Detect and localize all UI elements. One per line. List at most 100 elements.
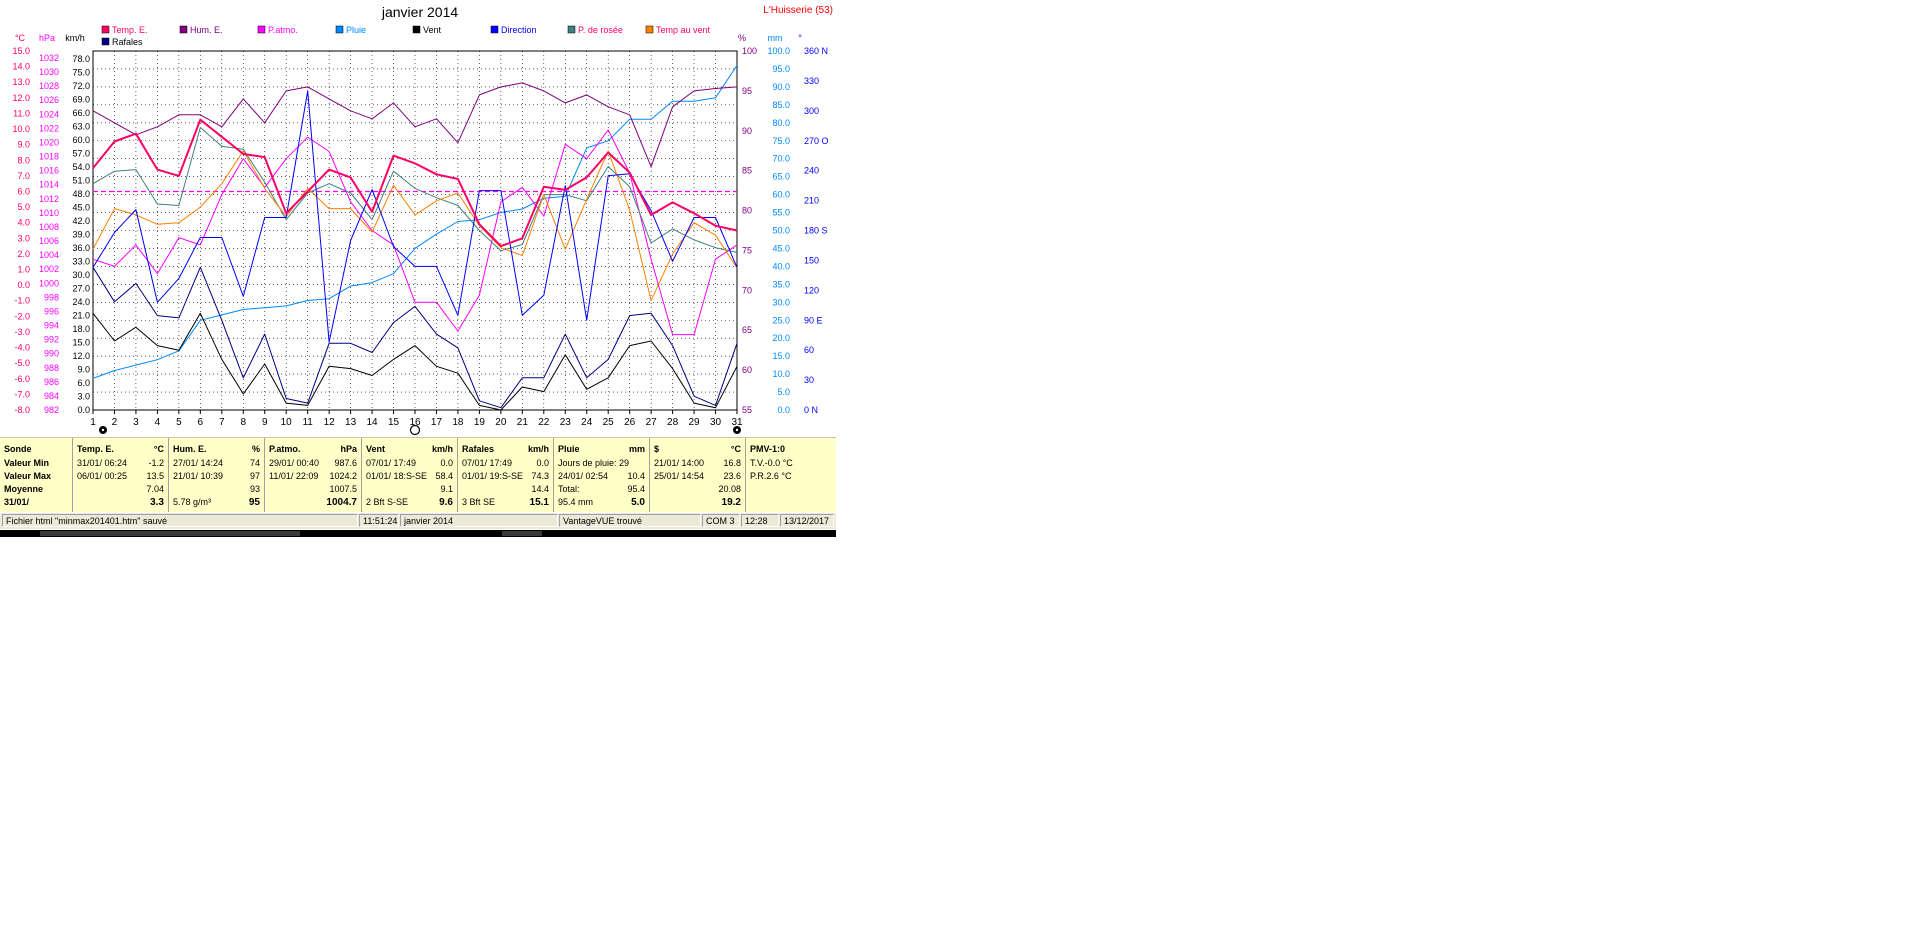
axis-tick-label: 1022	[39, 123, 59, 133]
x-tick-label: 22	[538, 417, 550, 428]
stats-row-value: 74	[249, 458, 260, 468]
stats-column: Vent km/h 07/01/ 17:49 0.0 01/01/ 18:S-SE 58.…	[362, 438, 458, 512]
status-date: 13/12/2017	[780, 514, 834, 527]
x-tick-label: 4	[155, 417, 161, 428]
stats-column: Temp. E. °C 31/01/ 06:24 -1.2 06/01/ 00:25 13…	[73, 438, 169, 512]
stats-row-value: 5.0	[631, 497, 645, 508]
status-time: 11:51:24	[359, 514, 399, 527]
stats-pmv-column: PMV-1:0 T.V.-0.0 °C P.R.2.6 °C	[746, 438, 836, 512]
x-tick-label: 3	[133, 417, 139, 428]
stats-labels-column: Sonde Valeur Min Valeur Max Moyenne 31/0…	[0, 438, 73, 512]
axis-tick-label: 11.0	[13, 108, 30, 118]
stats-column: Pluie mm Jours de pluie: 29 24/01/ 02:54 10.…	[554, 438, 650, 512]
status-station: VantageVUE trouvé	[559, 514, 701, 527]
stats-row-value: 74.3	[531, 471, 549, 481]
axis-tick-label: 1024	[39, 109, 59, 119]
taskbar-item[interactable]	[40, 531, 300, 536]
axis-tick-label: 1018	[39, 152, 59, 162]
axis-tick-label: 60.0	[72, 135, 90, 145]
axis-tick-label: 14.0	[12, 62, 30, 72]
axis-tick-label: 5.0	[777, 387, 790, 397]
axis-tick-label: 3.0	[17, 233, 30, 243]
axis-tick-label: 30	[804, 375, 814, 385]
stats-row-value: 19.2	[721, 497, 741, 508]
axis-tick-label: 45.0	[72, 203, 90, 213]
x-tick-label: 8	[240, 417, 246, 428]
stats-row-label: 07/01/ 17:49	[462, 458, 513, 468]
legend-label: P.atmo.	[268, 25, 298, 35]
stats-column-title: Vent	[366, 444, 386, 454]
stats-row-label: Jours de pluie: 29	[558, 458, 630, 468]
stats-row-value: 1004.7	[326, 497, 357, 508]
stats-row-label: 01/01/ 19:S-SE	[462, 471, 524, 481]
x-tick-label: 25	[603, 417, 615, 428]
stats-row-value: 13.5	[146, 471, 164, 481]
axis-tick-label: 25.0	[772, 315, 790, 325]
axis-tick-label: 95.0	[772, 64, 790, 74]
legend-swatch	[412, 25, 421, 34]
stats-column-title: $	[654, 444, 660, 454]
axis-tick-label: 9.0	[77, 365, 90, 375]
axis-tick-label: 2.0	[17, 249, 30, 259]
axis-tick-label: 18.0	[72, 324, 90, 334]
x-tick-label: 9	[262, 417, 268, 428]
axis-unit-temp: °C	[15, 33, 26, 43]
stats-last-label: 31/01/	[4, 497, 30, 507]
axis-tick-label: 75.0	[72, 68, 90, 78]
axis-tick-label: 70	[742, 285, 752, 295]
axis-tick-label: 10.0	[12, 124, 30, 134]
stats-row-value: 95.4	[627, 484, 645, 494]
axis-tick-label: 330	[804, 76, 819, 86]
weather-app-window: janvier 2014 L'Huisserie (53) Temp. E. Hu…	[0, 0, 836, 540]
axis-tick-label: 55	[742, 405, 752, 415]
axis-tick-label: 1006	[39, 236, 59, 246]
legend-label: Vent	[423, 25, 442, 35]
axis-tick-label: 90 E	[804, 315, 823, 325]
axis-tick-label: 80.0	[772, 118, 790, 128]
legend-label: P. de rosée	[578, 25, 623, 35]
stats-row-value: 0.0	[536, 458, 549, 468]
axis-tick-label: 12.0	[12, 93, 30, 103]
moon-highlight	[101, 428, 105, 432]
x-tick-label: 10	[281, 417, 293, 428]
x-tick-label: 14	[367, 417, 379, 428]
axis-tick-label: 90.0	[772, 82, 790, 92]
axis-tick-label: 27.0	[72, 284, 90, 294]
axis-tick-label: 20.0	[772, 333, 790, 343]
axis-tick-label: 1002	[39, 264, 59, 274]
stats-row-value: 20.08	[718, 484, 741, 494]
pmv-pr: P.R.2.6 °C	[750, 471, 792, 481]
axis-unit-wind: km/h	[65, 33, 85, 43]
axis-tick-label: 15.0	[772, 351, 790, 361]
stats-row-value: 9.6	[439, 497, 453, 508]
axis-tick-label: 1010	[39, 208, 59, 218]
axis-tick-label: 6.0	[77, 378, 90, 388]
axis-tick-label: 42.0	[72, 216, 90, 226]
status-period: janvier 2014	[400, 514, 558, 527]
legend-swatch	[335, 25, 344, 34]
stats-row-value: 9.1	[440, 484, 453, 494]
stats-column-title: Hum. E.	[173, 444, 207, 454]
stats-column: Rafales km/h 07/01/ 17:49 0.0 01/01/ 19:S-SE…	[458, 438, 554, 512]
stats-row-label: 29/01/ 00:40	[269, 458, 320, 468]
x-tick-label: 12	[324, 417, 336, 428]
axis-tick-label: 30.0	[72, 270, 90, 280]
stats-row-value: 97	[249, 471, 260, 481]
stats-row-label: 21/01/ 14:00	[654, 458, 705, 468]
axis-tick-label: 1028	[39, 81, 59, 91]
axis-tick-label: 36.0	[72, 243, 90, 253]
stats-column-unit: °C	[153, 444, 164, 454]
axis-tick-label: 992	[44, 335, 59, 345]
axis-unit-rain: mm	[768, 33, 783, 43]
legend-swatch	[101, 25, 110, 34]
x-tick-label: 24	[581, 417, 593, 428]
axis-tick-label: 24.0	[72, 297, 90, 307]
axis-tick-label: 240	[804, 166, 819, 176]
x-tick-label: 5	[176, 417, 182, 428]
axis-tick-label: 69.0	[72, 95, 90, 105]
axis-tick-label: -7.0	[14, 389, 30, 399]
axis-tick-label: 35.0	[772, 279, 790, 289]
stats-column-unit: °C	[730, 444, 741, 454]
stats-column-unit: %	[251, 444, 260, 454]
taskbar-item[interactable]	[502, 531, 542, 536]
